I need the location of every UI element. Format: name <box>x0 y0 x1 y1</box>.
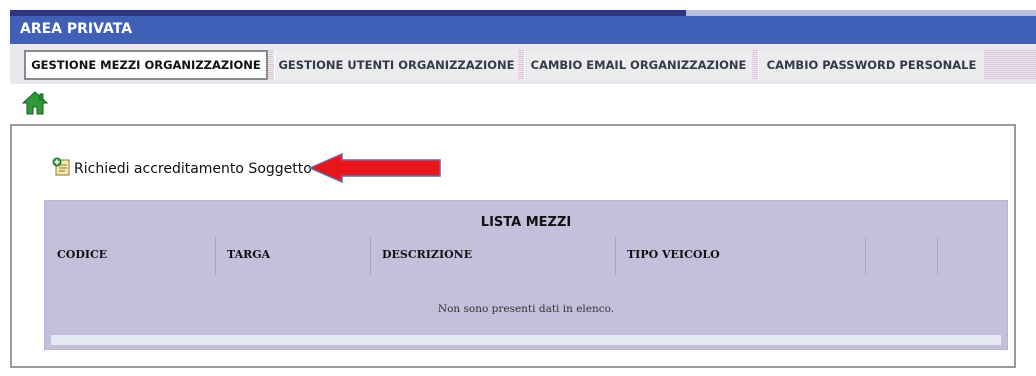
column-divider <box>370 237 371 275</box>
list-footer <box>51 335 1001 345</box>
column-divider <box>865 237 866 275</box>
section-title: AREA PRIVATA <box>20 21 133 37</box>
column-divider <box>615 237 616 275</box>
tab-bar: GESTIONE MEZZI ORGANIZZAZIONE GESTIONE U… <box>10 44 1036 84</box>
empty-list-message: Non sono presenti dati in elenco. <box>437 303 615 315</box>
section-header: AREA PRIVATA <box>10 16 1036 44</box>
tab-cambio-email[interactable]: CAMBIO EMAIL ORGANIZZAZIONE <box>524 50 752 80</box>
tab-cambio-password[interactable]: CAMBIO PASSWORD PERSONALE <box>758 50 984 80</box>
column-header-codice[interactable]: CODICE <box>57 248 107 261</box>
tab-filler <box>984 50 1036 80</box>
tab-gestione-mezzi[interactable]: GESTIONE MEZZI ORGANIZZAZIONE <box>24 50 268 80</box>
list-title: LISTA MEZZI <box>480 215 572 230</box>
column-divider <box>937 237 938 275</box>
column-divider <box>215 237 216 275</box>
document-add-icon <box>52 157 72 181</box>
column-header-targa[interactable]: TARGA <box>227 248 270 261</box>
request-accreditation-link[interactable]: Richiedi accreditamento Soggetto <box>52 157 312 181</box>
vehicle-list: LISTA MEZZI CODICE TARGA DESCRIZIONE TIP… <box>44 200 1008 350</box>
request-accreditation-label: Richiedi accreditamento Soggetto <box>74 161 312 177</box>
column-header-descrizione[interactable]: DESCRIZIONE <box>382 248 472 261</box>
column-header-tipo-veicolo[interactable]: TIPO VEICOLO <box>627 248 720 261</box>
tab-gestione-utenti[interactable]: GESTIONE UTENTI ORGANIZZAZIONE <box>274 50 518 80</box>
red-arrow-icon <box>308 152 442 188</box>
home-icon[interactable] <box>21 90 49 116</box>
